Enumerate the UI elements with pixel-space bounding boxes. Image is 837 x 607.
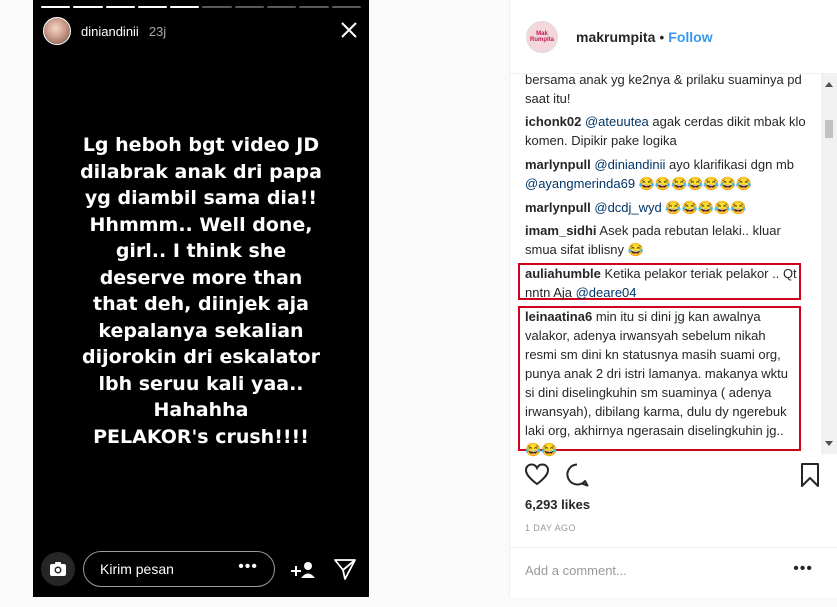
comment-item: leinaatina6 min itu si dini jg kan awaln… [525,307,797,458]
scroll-up-arrow-icon[interactable] [825,82,833,87]
more-options-icon[interactable]: ••• [793,560,813,578]
progress-segment [137,6,168,8]
progress-segment [73,6,103,8]
story-username[interactable]: diniandinii [81,24,139,39]
comment-text: min itu si dini jg kan awalnya valakor, … [525,309,789,457]
post-actions [524,462,823,490]
comment-mention[interactable]: @ayangmerinda69 [525,176,635,191]
story-progress-bar [41,6,361,8]
comment-username[interactable]: leinaatina6 [525,309,592,324]
comment-mention[interactable]: @diniandinii [594,157,665,172]
send-message-placeholder: Kirim pesan [100,561,174,577]
send-message-input[interactable]: Kirim pesan ••• [83,551,275,587]
story-timestamp: 23j [148,23,167,39]
progress-segment [234,6,265,8]
comment-bubble-icon[interactable] [564,462,590,488]
progress-segment [105,6,135,8]
comment-mention[interactable]: @dcdj_wyd [594,200,661,215]
scrollbar-thumb[interactable] [825,120,833,138]
comment-username[interactable]: imam_sidhi [525,223,597,238]
comment-item: auliahumble Ketika pelakor teriak pelako… [525,264,801,302]
progress-segment [41,6,71,8]
comment-text: 😂😂😂😂😂😂😂 [635,176,752,191]
story-footer: Kirim pesan ••• [41,551,361,587]
progress-segment [170,6,200,8]
camera-icon [50,562,66,576]
post-panel: Mak Rumpita makrumpita • Follow bersama … [509,0,837,597]
comments-list: bersama anak yg ke2nya & prilaku suaminy… [510,60,822,458]
add-comment-input[interactable]: Add a comment... [525,563,627,578]
follow-button[interactable]: Follow [668,29,712,45]
comment-item: marlynpull @diniandinii ayo klarifikasi … [525,155,810,193]
comment-text: 😂😂😂😂😂 [661,200,747,215]
camera-button[interactable] [41,552,75,586]
comment-mention[interactable]: @deare04 [576,285,637,300]
story-viewer: diniandinii 23j Lg heboh bgt video JD di… [33,0,369,597]
comment-item: marlynpull @dcdj_wyd 😂😂😂😂😂 [525,198,810,217]
post-avatar[interactable]: Mak Rumpita [526,20,558,53]
add-comment-bar: Add a comment... ••• [510,547,837,597]
close-icon[interactable] [339,20,359,40]
comment-username[interactable]: ichonk02 [525,114,581,129]
comment-username[interactable]: auliahumble [525,266,601,281]
progress-segment [202,6,232,8]
comment-mention[interactable]: @ateuutea [585,114,649,129]
avatar-logo-text: Mak Rumpita [530,30,554,43]
story-header: diniandinii 23j [43,16,359,46]
progress-segment [299,6,329,8]
comment-username[interactable]: marlynpull [525,157,591,172]
more-options-icon[interactable]: ••• [238,558,258,576]
comment-text: bersama anak yg ke2nya & prilaku suaminy… [525,72,802,106]
add-person-icon[interactable] [289,557,317,581]
send-direct-icon[interactable] [333,557,357,581]
bookmark-icon[interactable] [797,462,823,488]
comment-username[interactable]: marlynpull [525,200,591,215]
comment-item: bersama anak yg ke2nya & prilaku suaminy… [525,70,810,108]
heart-icon[interactable] [524,462,550,488]
comment-item: ichonk02 @ateuutea agak cerdas dikit mba… [525,112,810,150]
progress-segment [267,6,297,8]
screenshot-root: diniandinii 23j Lg heboh bgt video JD di… [0,0,837,607]
comments-scrollbar[interactable] [821,74,837,454]
comment-text: ayo klarifikasi dgn mb [665,157,795,172]
header-separator: • [659,28,665,45]
likes-count[interactable]: 6,293 likes [525,497,590,512]
scroll-down-arrow-icon[interactable] [825,441,833,446]
post-username[interactable]: makrumpita [576,29,655,45]
story-avatar[interactable] [43,17,71,45]
post-timestamp: 1 DAY AGO [525,523,576,533]
story-caption-text: Lg heboh bgt video JD dilabrak anak dri … [80,134,322,448]
progress-segment [331,6,361,8]
comment-item: imam_sidhi Asek pada rebutan lelaki.. kl… [525,221,810,259]
